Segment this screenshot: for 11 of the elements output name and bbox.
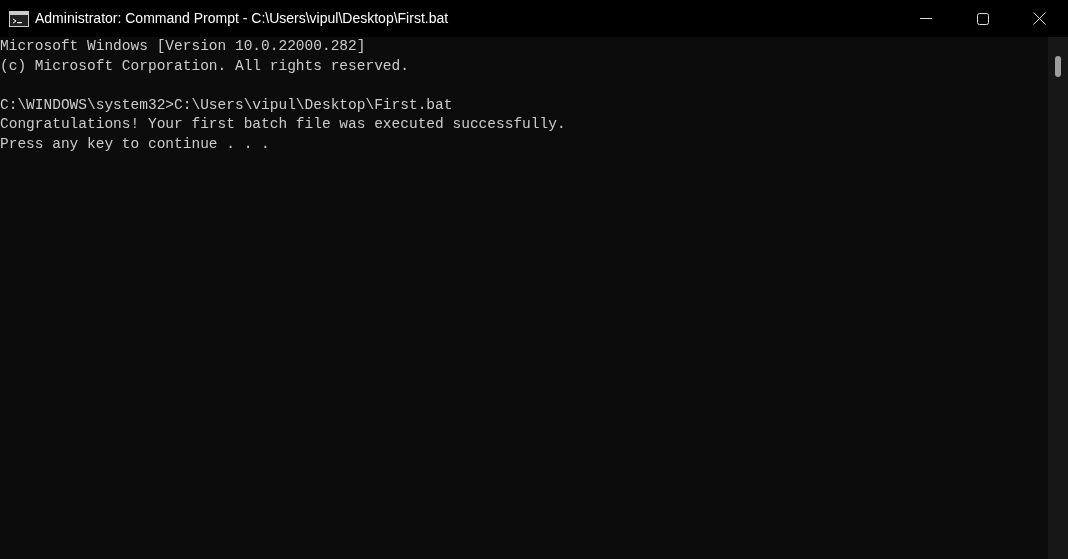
close-icon xyxy=(1033,12,1046,25)
console-icon xyxy=(9,10,29,27)
scrollbar-thumb[interactable] xyxy=(1055,56,1061,77)
console-line: C:\WINDOWS\system32>C:\Users\vipul\Desktop\First.bat xyxy=(0,95,453,115)
minimize-icon xyxy=(919,17,932,20)
console-line: Congratulations! Your first batch file was executed successfully. xyxy=(0,115,566,134)
console-line: Press any key to continue . . . xyxy=(0,134,270,154)
console-line: (c) Microsoft Corporation. All rights reserved. xyxy=(0,56,409,76)
window-title: Administrator: Command Prompt - C:\Users\vipul\Desktop\First.bat xyxy=(35,9,449,28)
maximize-icon xyxy=(976,12,989,25)
console-line: Microsoft Windows [Version 10.0.22000.282] xyxy=(0,37,366,56)
